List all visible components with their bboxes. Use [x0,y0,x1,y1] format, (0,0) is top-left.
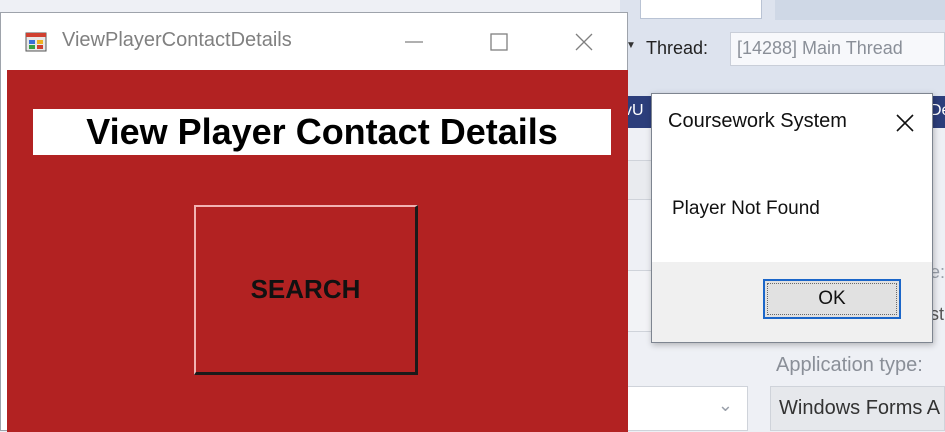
title-bar[interactable]: ViewPlayerContactDetails [1,13,627,70]
thread-combo[interactable]: [14288] Main Thread [730,32,945,66]
message-text: Player Not Found [672,198,820,219]
minimize-icon [405,41,423,43]
ide-tab-strip [775,0,945,20]
chevron-down-icon: ⌄ [717,395,733,415]
message-box-title: Coursework System [668,110,847,132]
message-box-close-button[interactable] [888,106,922,140]
close-button[interactable] [561,23,607,61]
page-title: View Player Contact Details [33,109,611,155]
form-body: View Player Contact Details SEARCH [7,70,628,432]
view-player-window: ViewPlayerContactDetails View Player Con… [0,12,628,432]
close-icon [896,114,914,132]
ok-button[interactable]: OK [763,279,901,319]
application-type-combo[interactable]: Windows Forms A [770,386,945,431]
application-type-label: Application type: [776,354,923,376]
message-box: Coursework System Player Not Found OK [651,93,933,343]
maximize-icon [490,33,508,51]
thread-label: Thread: [646,38,709,58]
maximize-button[interactable] [476,23,522,61]
ide-tab[interactable] [640,0,762,19]
window-title: ViewPlayerContactDetails [62,29,292,51]
ide-combo[interactable]: ⌄ [620,386,748,431]
minimize-button[interactable] [391,23,437,61]
search-button[interactable]: SEARCH [194,205,418,375]
app-icon [25,32,47,52]
close-icon [575,33,593,51]
message-box-footer: OK [652,262,932,342]
